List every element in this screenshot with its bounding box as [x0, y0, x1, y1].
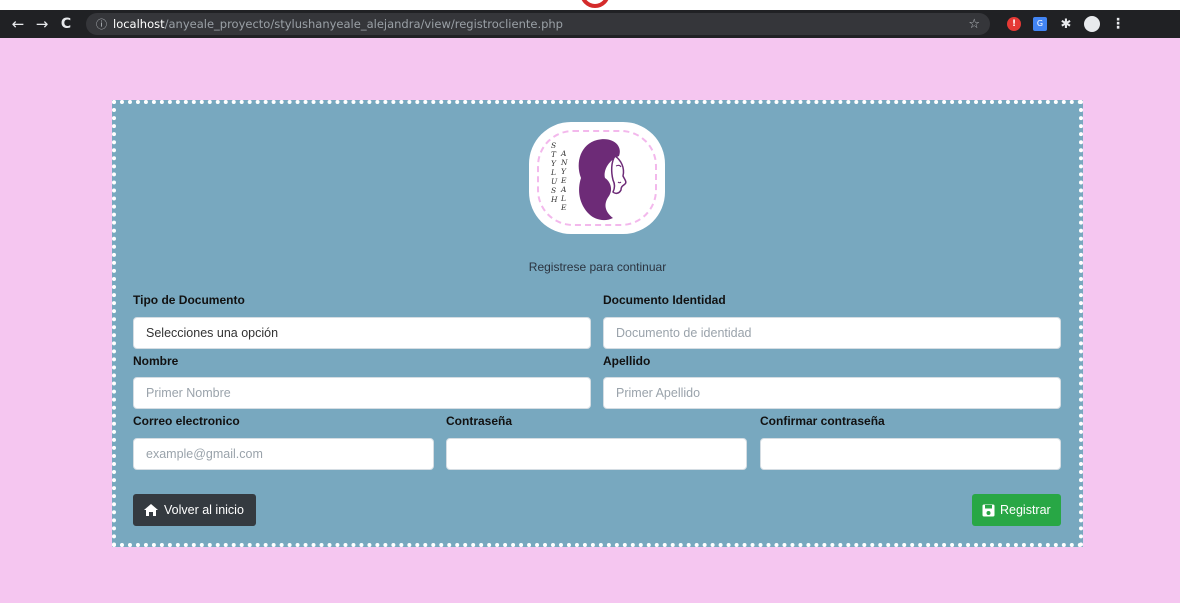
label-documento-identidad: Documento Identidad [603, 293, 726, 307]
volver-inicio-label: Volver al inicio [164, 503, 244, 517]
partial-red-ring-decoration [580, 0, 610, 8]
label-confirmar-contrasena: Confirmar contraseña [760, 414, 885, 428]
apellido-input[interactable]: Primer Apellido [603, 377, 1061, 409]
url-path: /anyeale_proyecto/stylushanyeale_alejand… [164, 17, 563, 31]
logo: STYLUSH ANYEALE [529, 122, 665, 234]
home-icon [144, 504, 158, 516]
svg-text:STYLUSH: STYLUSH [550, 141, 558, 204]
extensions-puzzle-icon[interactable]: ✱ [1056, 14, 1076, 34]
nombre-placeholder: Primer Nombre [146, 386, 231, 400]
tipo-documento-value: Selecciones una opción [146, 326, 279, 340]
contrasena-input[interactable] [446, 438, 747, 470]
save-icon [982, 504, 995, 516]
top-decoration [0, 0, 1180, 10]
nombre-input[interactable]: Primer Nombre [133, 377, 591, 409]
registrar-label: Registrar [1000, 503, 1051, 517]
documento-identidad-input[interactable]: Documento de identidad [603, 317, 1061, 349]
browser-toolbar: ← → C ⓘ localhost /anyeale_proyecto/styl… [0, 10, 1180, 38]
address-bar[interactable]: ⓘ localhost /anyeale_proyecto/stylushany… [86, 13, 990, 35]
back-arrow-icon[interactable]: ← [6, 12, 30, 36]
extension-red-icon[interactable]: ! [1004, 14, 1024, 34]
reload-icon[interactable]: C [54, 12, 78, 36]
tipo-documento-select[interactable]: Selecciones una opción [133, 317, 591, 349]
correo-placeholder: example@gmail.com [146, 447, 263, 461]
browser-menu-icon[interactable]: ⋮ [1108, 14, 1128, 34]
label-tipo-documento: Tipo de Documento [133, 293, 245, 307]
registrar-button[interactable]: Registrar [972, 494, 1061, 526]
label-contrasena: Contraseña [446, 414, 513, 428]
profile-avatar-icon[interactable] [1082, 14, 1102, 34]
woman-silhouette-icon [578, 139, 627, 221]
confirmar-contrasena-input[interactable] [760, 438, 1061, 470]
correo-input[interactable]: example@gmail.com [133, 438, 434, 470]
forward-arrow-icon[interactable]: → [30, 12, 54, 36]
documento-identidad-placeholder: Documento de identidad [616, 326, 752, 340]
subtitle: Registrese para continuar [528, 260, 667, 274]
site-info-icon[interactable]: ⓘ [96, 16, 107, 32]
extension-translate-icon[interactable]: G [1030, 14, 1050, 34]
label-correo: Correo electronico [133, 414, 240, 428]
bookmark-star-icon[interactable]: ☆ [968, 17, 980, 32]
apellido-placeholder: Primer Apellido [616, 386, 701, 400]
register-card: STYLUSH ANYEALE Registrese para continua… [112, 100, 1083, 547]
volver-inicio-button[interactable]: Volver al inicio [133, 494, 256, 526]
svg-text:ANYEALE: ANYEALE [560, 149, 568, 212]
url-host: localhost [113, 17, 165, 31]
label-apellido: Apellido [603, 354, 651, 368]
label-nombre: Nombre [133, 354, 179, 368]
